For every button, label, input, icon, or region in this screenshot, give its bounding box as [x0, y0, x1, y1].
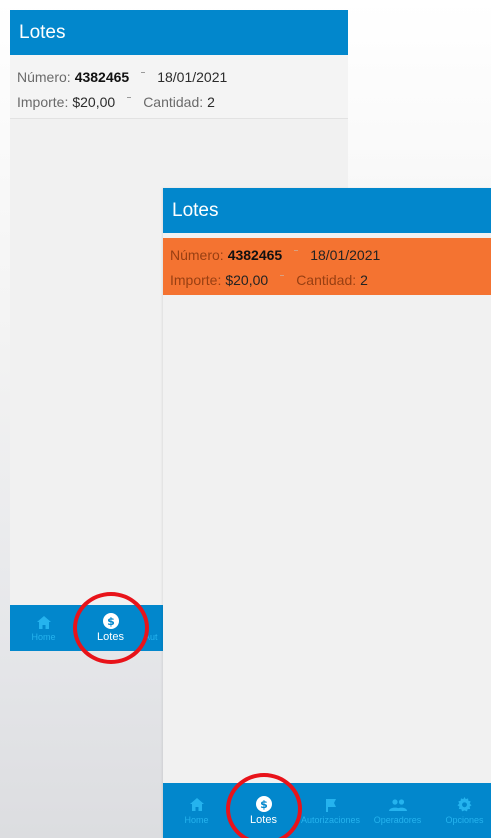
people-icon	[388, 797, 407, 813]
lote-line-2: Importe: $20,00 Cantidad: 2	[170, 272, 368, 288]
separator	[294, 249, 299, 251]
tab-operadores[interactable]: Operadores	[364, 783, 431, 838]
tab-label: Operadores	[373, 814, 422, 825]
cantidad-label: Cantidad:	[143, 94, 204, 110]
tab-label: Autorizaciones	[300, 814, 361, 825]
page-title: Lotes	[19, 21, 66, 43]
separator	[127, 96, 132, 98]
fecha-value: 18/01/2021	[310, 247, 381, 263]
numero-label: Número:	[17, 69, 71, 85]
page-title: Lotes	[172, 199, 219, 221]
tab-lotes[interactable]: $ Lotes	[230, 783, 297, 838]
tab-label: Opciones	[445, 814, 484, 825]
separator	[141, 71, 146, 73]
tab-home[interactable]: Home	[10, 605, 77, 651]
bottom-tab-bar: Home $ Lotes Autorizaciones Operadores O…	[163, 783, 491, 838]
separator	[280, 274, 285, 276]
cantidad-label: Cantidad:	[296, 272, 357, 288]
dollar-circle-icon: $	[102, 613, 119, 629]
tab-opciones[interactable]: Opciones	[431, 783, 491, 838]
lote-list-item-selected[interactable]: Número: 4382465 18/01/2021 Importe: $20,…	[163, 238, 491, 295]
tab-label: Home	[31, 632, 56, 642]
tab-label: Lotes	[250, 813, 277, 826]
gear-icon	[457, 797, 472, 813]
home-icon	[36, 614, 51, 630]
svg-text:$: $	[260, 798, 268, 811]
lote-line-1: Número: 4382465 18/01/2021	[170, 247, 380, 263]
tab-autorizaciones[interactable]: Autorizaciones	[297, 783, 364, 838]
dollar-circle-icon: $	[255, 795, 272, 812]
tab-lotes[interactable]: $ Lotes	[77, 605, 144, 651]
lote-line-1: Número: 4382465 18/01/2021	[17, 69, 227, 85]
svg-text:$: $	[107, 615, 115, 628]
app-bar: Lotes	[10, 10, 348, 55]
importe-value: $20,00	[225, 272, 269, 288]
tab-home[interactable]: Home	[163, 783, 230, 838]
home-icon	[189, 797, 204, 813]
importe-value: $20,00	[72, 94, 116, 110]
lote-list-item[interactable]: Número: 4382465 18/01/2021 Importe: $20,…	[10, 55, 348, 119]
numero-value: 4382465	[74, 69, 130, 85]
app-bar: Lotes	[163, 188, 491, 233]
tab-label: Home	[184, 814, 209, 825]
lote-line-2: Importe: $20,00 Cantidad: 2	[17, 94, 215, 110]
flag-icon	[324, 797, 338, 813]
front-screen: Lotes Número: 4382465 18/01/2021 Importe…	[163, 188, 491, 838]
cantidad-value: 2	[360, 272, 368, 288]
fecha-value: 18/01/2021	[157, 69, 228, 85]
importe-label: Importe:	[170, 272, 222, 288]
numero-value: 4382465	[227, 247, 283, 263]
tab-label: Aut	[144, 632, 158, 642]
tab-label: Lotes	[97, 631, 124, 643]
numero-label: Número:	[170, 247, 224, 263]
importe-label: Importe:	[17, 94, 69, 110]
cantidad-value: 2	[207, 94, 215, 110]
